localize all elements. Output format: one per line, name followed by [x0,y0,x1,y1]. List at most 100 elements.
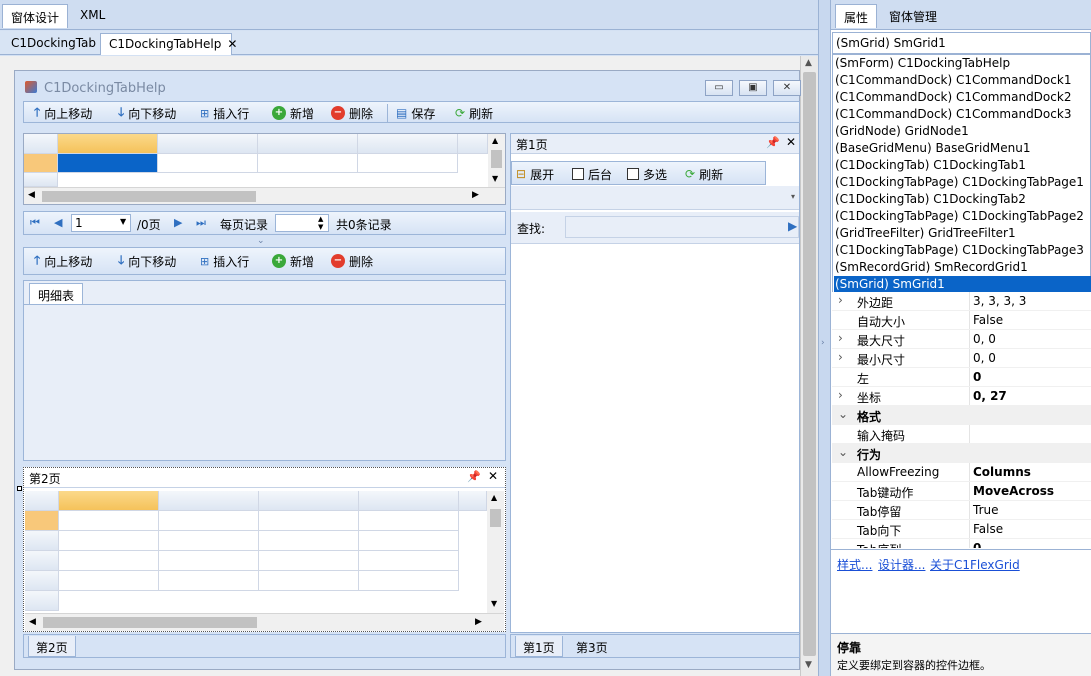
column-header[interactable] [59,491,159,511]
tab-form-design[interactable]: 窗体设计 [2,4,69,28]
pin-icon[interactable]: 📌 [766,136,780,149]
row-header[interactable] [25,591,59,611]
expand-button[interactable]: ⊟ 展开 [516,166,554,182]
object-list-item[interactable]: (SmForm) C1DockingTabHelp [834,55,1091,72]
main-grid[interactable]: ▲ ▼ ◀ ▶ [23,133,506,205]
scroll-down-icon[interactable]: ▼ [491,599,497,608]
grid-cell[interactable] [358,154,458,173]
scroll-thumb[interactable] [803,72,816,656]
column-header[interactable] [58,134,158,154]
pin-icon[interactable]: 📌 [467,470,481,483]
property-value[interactable]: 0 [973,370,981,384]
object-list-item[interactable]: (SmRecordGrid) SmRecordGrid1 [834,259,1091,276]
tab-page1[interactable]: 第1页 [515,636,563,657]
search-input[interactable]: ▶ [565,216,799,238]
property-row[interactable]: Tab序列 0 [832,539,1091,548]
stepper-arrows-icon[interactable]: ▲ ▼ [318,215,323,231]
scroll-left-icon[interactable]: ◀ [28,190,35,200]
page2-grid[interactable]: ▲ ▼ ◀ ▶ [25,491,504,631]
collapse-icon[interactable]: ⌄ [838,407,848,421]
splitter-chevron-icon[interactable]: ⌄ [257,236,265,246]
doc-tab-c1dockingtabhelp[interactable]: C1DockingTabHelp ✕ [100,33,237,55]
object-list-item[interactable]: (SmGrid) SmGrid1 [834,276,1091,293]
grid-cell[interactable] [59,511,159,531]
scroll-thumb[interactable] [490,509,501,527]
checkbox-icon[interactable] [572,168,584,180]
grid-cell[interactable] [159,531,259,551]
chevron-down-icon[interactable]: ▾ [791,192,795,201]
property-value[interactable]: Columns [973,465,1031,479]
grid-cell[interactable] [259,511,359,531]
page1-filter-bar[interactable]: ▾ [511,186,799,210]
multi-select-checkbox[interactable]: 多选 [627,166,667,182]
designer-link[interactable]: 设计器... [878,556,925,573]
grid-cell[interactable] [359,571,459,591]
add-button[interactable]: + 新增 [272,105,314,121]
object-list-item[interactable]: (C1DockingTabPage) C1DockingTabPage2 [834,208,1091,225]
expand-icon[interactable]: › [838,350,843,364]
property-row[interactable]: AllowFreezing Columns [832,463,1091,482]
row-header[interactable] [25,531,59,551]
detail-move-down-button[interactable]: 🡓 向下移动 [118,253,176,269]
object-list-item[interactable]: (C1DockingTabPage) C1DockingTabPage1 [834,174,1091,191]
property-value[interactable]: 0, 0 [973,351,996,365]
object-list-item[interactable]: (C1CommandDock) C1CommandDock1 [834,72,1091,89]
tab-xml[interactable]: XML [72,4,113,28]
background-checkbox[interactable]: 后台 [572,166,612,182]
column-header[interactable] [159,491,259,511]
property-value[interactable]: True [973,503,999,517]
grid-cell-selected[interactable] [58,154,158,173]
close-icon[interactable]: ✕ [786,135,796,149]
expand-icon[interactable]: › [838,293,843,307]
checkbox-icon[interactable] [627,168,639,180]
object-list-item[interactable]: (C1DockingTab) C1DockingTab1 [834,157,1091,174]
property-row[interactable]: Tab向下 False [832,520,1091,539]
object-list-item[interactable]: (C1CommandDock) C1CommandDock2 [834,89,1091,106]
move-up-button[interactable]: 🡑 向上移动 [34,105,92,121]
column-header[interactable] [258,134,358,154]
property-value[interactable]: False [973,313,1003,327]
expand-icon[interactable]: › [838,331,843,345]
grid-cell[interactable] [159,571,259,591]
close-icon[interactable]: ✕ [227,37,237,51]
grid-cell[interactable] [159,511,259,531]
scroll-up-icon[interactable]: ▲ [491,493,497,502]
close-window-button[interactable]: ✕ [773,80,801,96]
first-page-icon[interactable]: ⏮ [30,216,40,230]
previous-page-icon[interactable]: ◀ [54,216,62,229]
property-value[interactable]: 3, 3, 3, 3 [973,294,1026,308]
tab-detail[interactable]: 明细表 [29,283,84,305]
row-header[interactable] [25,511,59,531]
property-row[interactable]: › 坐标 0, 27 [832,387,1091,406]
property-row[interactable]: ⌄ 格式 [832,406,1091,425]
search-go-icon[interactable]: ▶ [788,219,797,233]
property-row[interactable]: Tab键动作 MoveAcross [832,482,1091,501]
grid-cell[interactable] [158,154,258,173]
object-list-item[interactable]: (C1CommandDock) C1CommandDock3 [834,106,1091,123]
detail-add-button[interactable]: + 新增 [272,253,314,269]
property-row[interactable]: › 最小尺寸 0, 0 [832,349,1091,368]
maximize-button[interactable]: ▣ [739,80,767,96]
grid-cell[interactable] [359,531,459,551]
property-value[interactable]: 0, 0 [973,332,996,346]
property-row[interactable]: Tab停留 True [832,501,1091,520]
grid-cell[interactable] [259,551,359,571]
column-header[interactable] [358,134,458,154]
panel-splitter[interactable]: › [818,0,831,676]
grid-vertical-scrollbar[interactable]: ▲ ▼ [488,134,505,187]
property-row[interactable]: 自动大小 False [832,311,1091,330]
delete-button[interactable]: − 删除 [331,105,373,121]
object-list-item[interactable]: (GridNode) GridNode1 [834,123,1091,140]
scroll-right-icon[interactable]: ▶ [472,190,479,200]
detail-move-up-button[interactable]: 🡑 向上移动 [34,253,92,269]
resize-handle[interactable] [17,486,22,491]
scroll-right-icon[interactable]: ▶ [475,617,482,627]
next-page-icon[interactable]: ▶ [174,216,182,229]
property-row[interactable]: › 外边距 3, 3, 3, 3 [832,292,1091,311]
grid-cell[interactable] [258,154,358,173]
close-icon[interactable]: ✕ [488,469,498,483]
column-header[interactable] [459,491,487,511]
insert-row-button[interactable]: ⊞ 插入行 [200,105,249,121]
row-header[interactable] [25,571,59,591]
scroll-up-icon[interactable]: ▲ [492,136,498,145]
